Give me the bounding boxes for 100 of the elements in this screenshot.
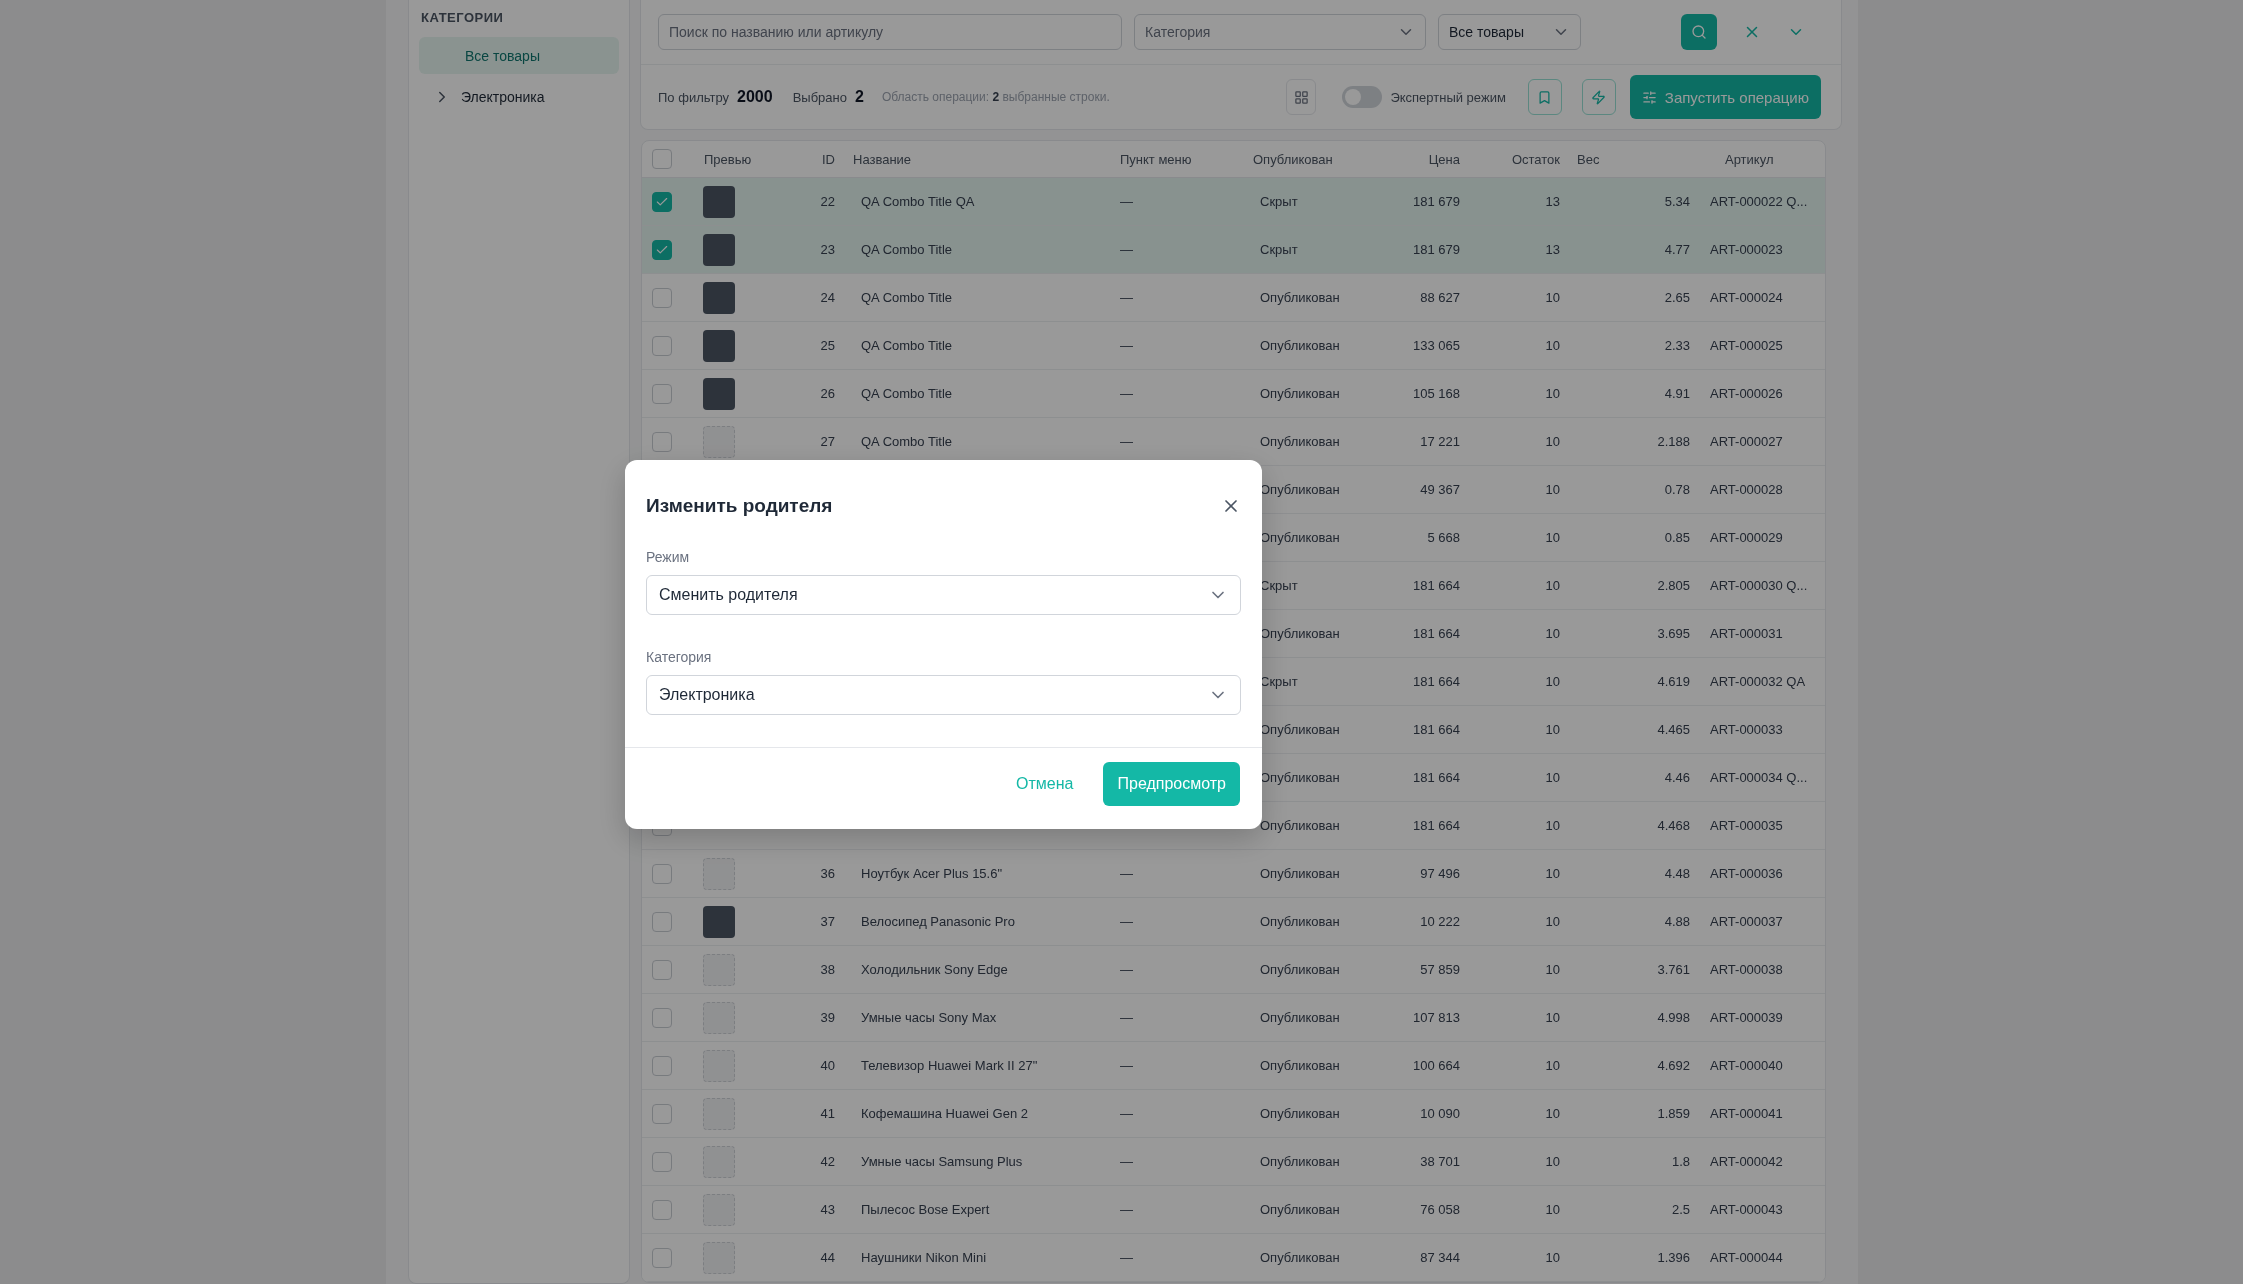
table-cell-text: ART-000042: [1709, 1154, 1784, 1169]
table-cell-text: —: [1119, 242, 1134, 257]
table-cell-text: —: [1119, 1202, 1134, 1217]
table-cell-text: 87 344: [1419, 1250, 1461, 1265]
table-cell-text: Опубликован: [1259, 1154, 1341, 1169]
table-cell-text: 10: [1544, 290, 1561, 305]
table-cell-text: 4.692: [1656, 1058, 1691, 1073]
table-cell-text: 10: [1544, 386, 1561, 401]
table-cell-text: QA Combo Title: [860, 386, 954, 401]
table-cell-text: 4.468: [1656, 818, 1691, 833]
table-cell-text: ART-000039: [1709, 1010, 1784, 1025]
table-cell-text: Опубликован: [1259, 1010, 1341, 1025]
table-cell-text: 181 664: [1412, 818, 1461, 833]
table-cell-text: Пылесос Bose Expert: [860, 1202, 991, 1217]
table-cell-text: 10: [1544, 482, 1561, 497]
table-cell-text: ART-000026: [1709, 386, 1784, 401]
table-cell-text: —: [1119, 290, 1134, 305]
table-cell-text: 36: [819, 866, 836, 881]
table-cell-text: 10 222: [1419, 914, 1461, 929]
table-cell-text: —: [1119, 1154, 1134, 1169]
table-cell-text: —: [1119, 914, 1134, 929]
table-cell-text: 181 664: [1412, 770, 1461, 785]
filter-label: По фильтру: [658, 89, 730, 105]
table-cell-text: 181 664: [1412, 674, 1461, 689]
table-cell-text: 13: [1544, 194, 1561, 209]
column-header: Название: [852, 151, 913, 167]
table-cell-text: Опубликован: [1259, 530, 1341, 545]
table-cell-text: 39: [819, 1010, 836, 1025]
table-cell-text: 4.77: [1663, 242, 1691, 257]
operation-scope-text: Область операции: 2 выбранные строки.: [881, 90, 1110, 104]
table-cell-text: 181 679: [1412, 242, 1461, 257]
table-cell-text: —: [1119, 1106, 1134, 1121]
table-cell-text: ART-000030 Q...: [1709, 578, 1809, 593]
table-cell-text: 10: [1544, 674, 1561, 689]
table-cell-text: ART-000027: [1709, 434, 1784, 449]
selected-label: Выбрано: [792, 89, 847, 105]
table-cell-text: Опубликован: [1259, 338, 1341, 353]
table-cell-text: QA Combo Title: [860, 242, 954, 257]
table-cell-text: QA Combo Title: [860, 338, 954, 353]
table-cell-text: Умные часы Sony Max: [860, 1010, 998, 1025]
table-cell-text: 0.78: [1663, 482, 1691, 497]
table-cell-text: ART-000031: [1709, 626, 1784, 641]
table-cell-text: 27: [819, 434, 836, 449]
table-cell-text: Скрыт: [1259, 194, 1299, 209]
table-cell-text: ART-000024: [1709, 290, 1784, 305]
column-header: Опубликован: [1252, 151, 1334, 167]
table-cell-text: 3.761: [1656, 962, 1691, 977]
table-cell-text: Опубликован: [1259, 722, 1341, 737]
table-cell-text: 38 701: [1419, 1154, 1461, 1169]
table-cell-text: 10: [1544, 1250, 1561, 1265]
column-header: Пункт меню: [1119, 151, 1193, 167]
table-cell-text: 107 813: [1412, 1010, 1461, 1025]
dialog-title: Изменить родителя: [646, 495, 833, 517]
table-cell-text: 10: [1544, 962, 1561, 977]
table-cell-text: ART-000033: [1709, 722, 1784, 737]
table-cell-text: Опубликован: [1259, 290, 1341, 305]
table-cell-text: ART-000037: [1709, 914, 1784, 929]
table-cell-text: —: [1119, 962, 1134, 977]
table-cell-text: Умные часы Samsung Plus: [860, 1154, 1024, 1169]
table-cell-text: ART-000044: [1709, 1250, 1784, 1265]
table-cell-text: 5.34: [1663, 194, 1691, 209]
table-cell-text: Ноутбук Acer Plus 15.6": [860, 866, 1004, 881]
table-cell-text: 3.695: [1656, 626, 1691, 641]
table-cell-text: Опубликован: [1259, 770, 1341, 785]
table-cell-text: —: [1119, 1250, 1134, 1265]
table-cell-text: —: [1119, 434, 1134, 449]
table-cell-text: 4.88: [1663, 914, 1691, 929]
table-cell-text: 23: [819, 242, 836, 257]
table-cell-text: 2.188: [1656, 434, 1691, 449]
table-cell-text: 10: [1544, 722, 1561, 737]
table-cell-text: ART-000043: [1709, 1202, 1784, 1217]
table-cell-text: Опубликован: [1259, 914, 1341, 929]
table-cell-text: 42: [819, 1154, 836, 1169]
table-cell-text: 10: [1544, 1010, 1561, 1025]
table-cell-text: Опубликован: [1259, 482, 1341, 497]
table-cell-text: Опубликован: [1259, 1250, 1341, 1265]
column-header: Вес: [1576, 151, 1601, 167]
table-cell-text: 4.48: [1663, 866, 1691, 881]
table-cell-text: 10: [1544, 626, 1561, 641]
sidebar-item-label: Все товары: [465, 47, 540, 64]
table-cell-text: ART-000032 QA: [1709, 674, 1807, 689]
table-cell-text: 4.465: [1656, 722, 1691, 737]
table-cell-text: 10: [1544, 578, 1561, 593]
table-cell-text: 2.33: [1663, 338, 1691, 353]
table-cell-text: QA Combo Title: [860, 434, 954, 449]
table-cell-text: 1.396: [1656, 1250, 1691, 1265]
table-cell-text: Велосипед Panasonic Pro: [860, 914, 1016, 929]
table-cell-text: 4.46: [1663, 770, 1691, 785]
table-cell-text: 37: [819, 914, 836, 929]
table-cell-text: ART-000029: [1709, 530, 1784, 545]
table-cell-text: 133 065: [1412, 338, 1461, 353]
table-cell-text: 181 679: [1412, 194, 1461, 209]
column-header: ID: [821, 151, 836, 167]
table-cell-text: 1.8: [1670, 1154, 1691, 1169]
table-cell-text: 44: [819, 1250, 836, 1265]
table-cell-text: ART-000034 Q...: [1709, 770, 1809, 785]
table-cell-text: 41: [819, 1106, 836, 1121]
table-cell-text: 76 058: [1419, 1202, 1461, 1217]
table-cell-text: 13: [1544, 242, 1561, 257]
table-cell-text: Телевизор Huawei Mark II 27": [860, 1058, 1039, 1073]
